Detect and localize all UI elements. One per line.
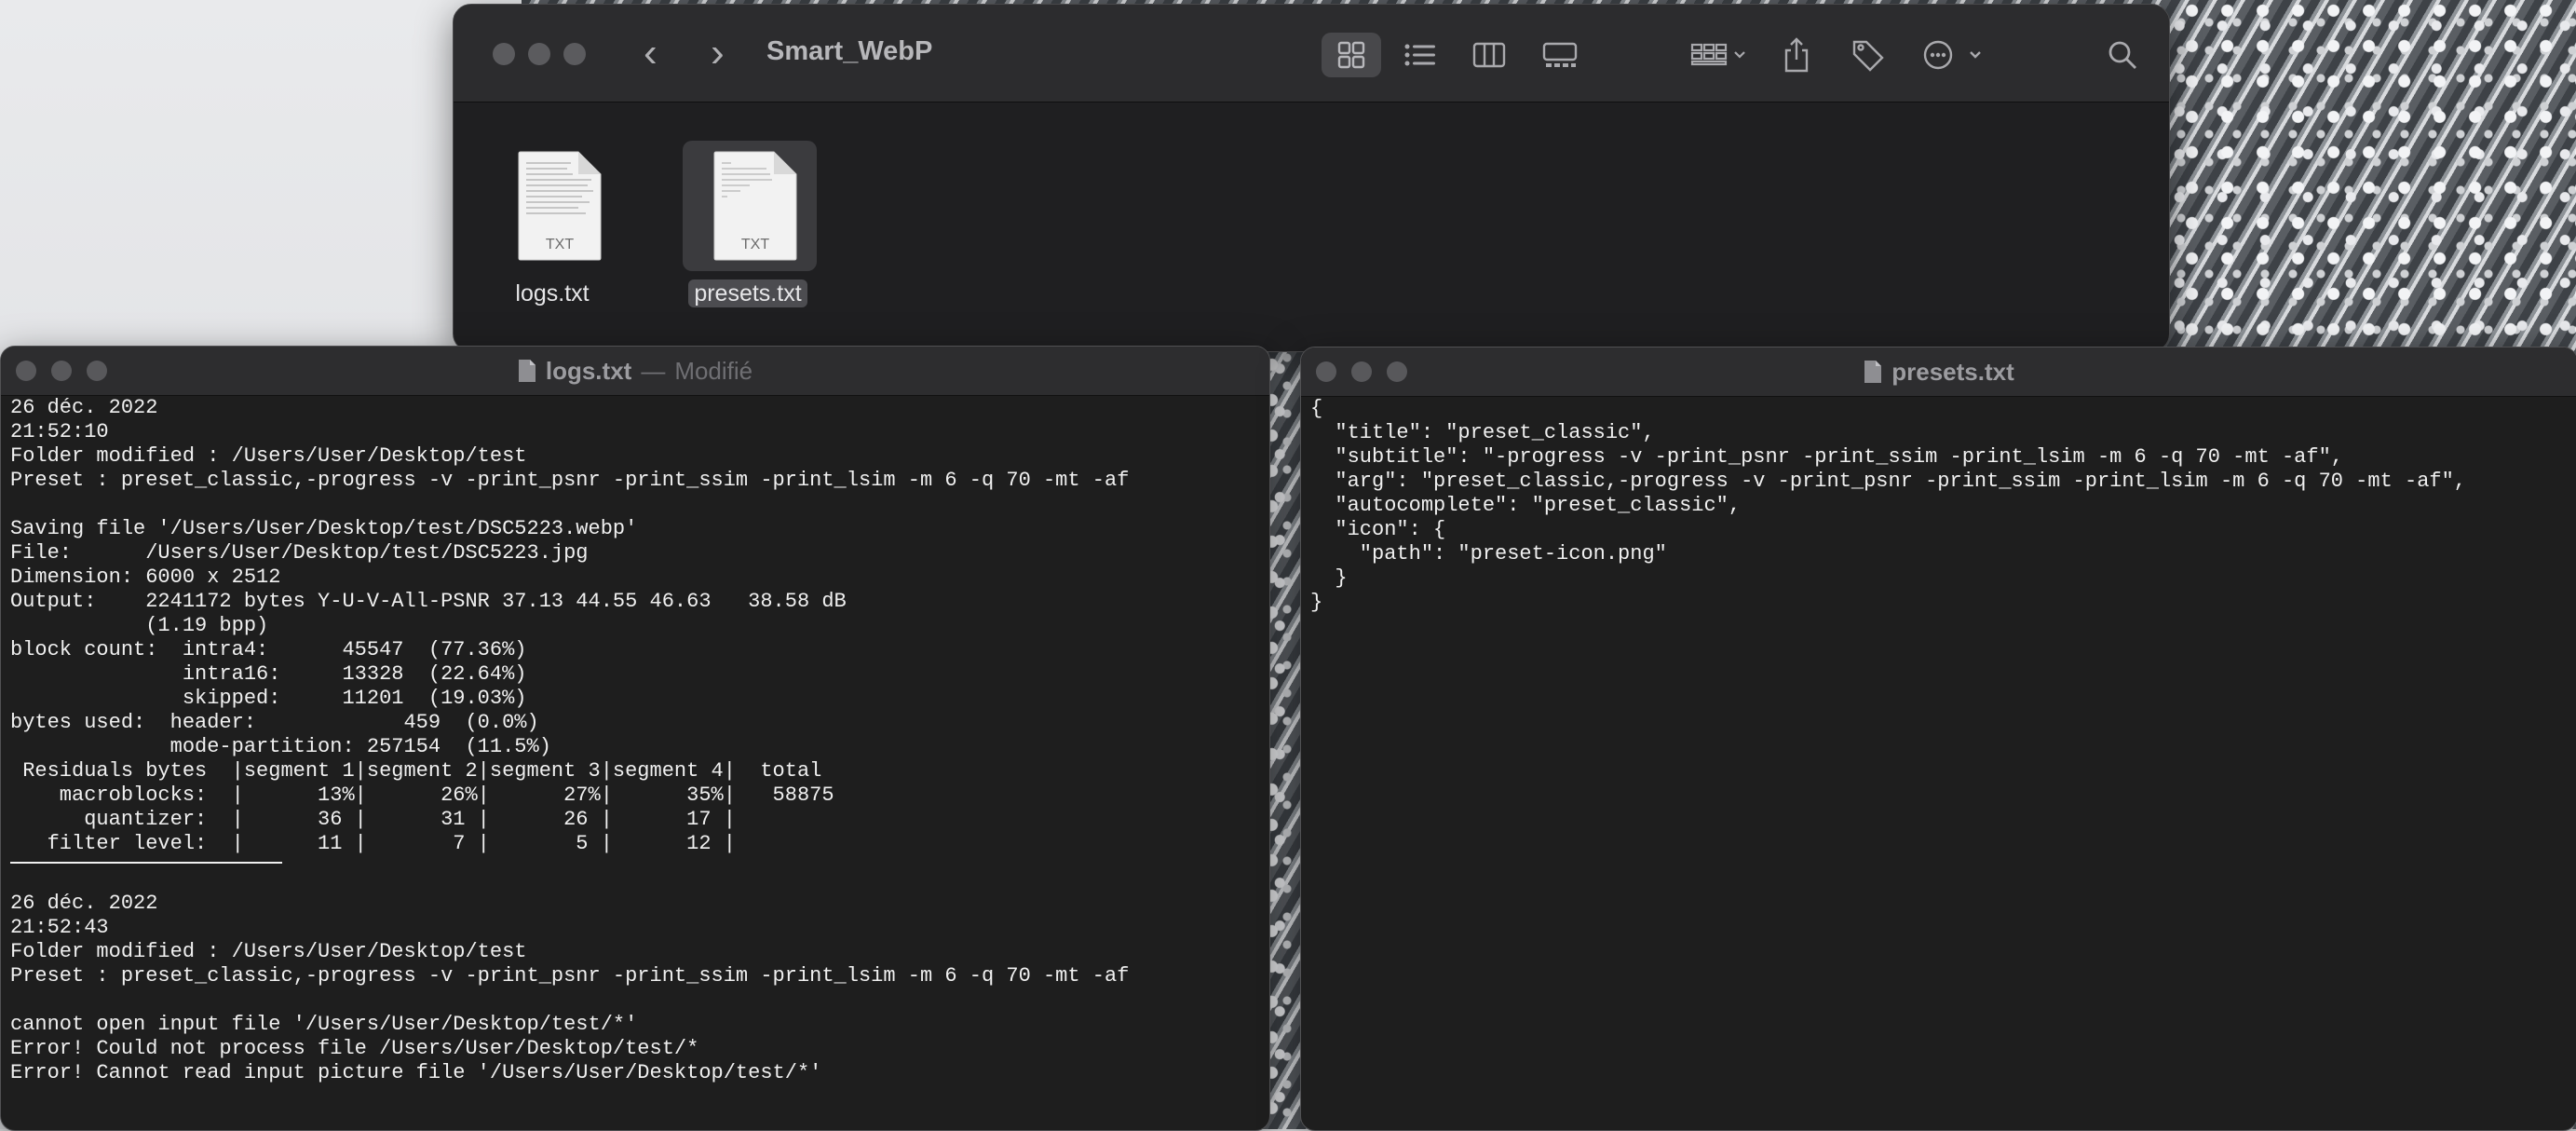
minimize-window-button[interactable]: [528, 43, 550, 65]
separator-rule: [10, 862, 282, 864]
window-title: Smart_WebP: [766, 36, 933, 66]
forward-icon[interactable]: ›: [711, 31, 725, 75]
share-icon[interactable]: [1776, 33, 1817, 77]
window-title: logs.txt: [545, 356, 632, 385]
gallery-view-icon[interactable]: [1530, 33, 1590, 77]
tag-icon[interactable]: [1845, 33, 1891, 77]
file-name-label: presets.txt: [673, 279, 822, 307]
file-type-label: TXT: [546, 237, 574, 252]
icon-view-icon[interactable]: [1322, 33, 1381, 77]
list-view-icon[interactable]: [1392, 33, 1448, 77]
presets-titlebar: presets.txt: [1301, 347, 2576, 397]
edited-status: Modifié: [674, 356, 753, 385]
group-icon[interactable]: [1681, 33, 1756, 77]
document-icon: [518, 360, 536, 382]
log-entry-2: 26 déc. 2022 21:52:43 Folder modified : …: [10, 892, 1130, 1084]
presets-text-area[interactable]: { "title": "preset_classic", "subtitle":…: [1301, 397, 2576, 1130]
log-entry-1: 26 déc. 2022 21:52:10 Folder modified : …: [10, 396, 1130, 855]
presets-json-content: { "title": "preset_classic", "subtitle":…: [1310, 397, 2467, 614]
presets-window: presets.txt { "title": "preset_classic",…: [1300, 347, 2576, 1131]
finder-toolbar: ‹ › Smart_WebP: [454, 5, 2169, 102]
text-document-icon: TXT: [518, 151, 602, 261]
window-title: presets.txt: [1891, 357, 2014, 386]
back-icon[interactable]: ‹: [644, 31, 658, 75]
close-window-button[interactable]: [493, 43, 515, 65]
column-view-icon[interactable]: [1461, 33, 1517, 77]
title-separator: —: [641, 356, 666, 385]
zoom-window-button[interactable]: [563, 43, 586, 65]
finder-window: ‹ › Smart_WebP TXT logs.txt TXT presets.…: [453, 4, 2170, 352]
text-document-icon: TXT: [713, 151, 797, 261]
more-icon[interactable]: [1916, 33, 1990, 77]
file-item-presets[interactable]: TXT presets.txt: [683, 141, 817, 308]
file-type-label: TXT: [741, 237, 769, 252]
logs-titlebar: logs.txt — Modifié: [1, 347, 1269, 396]
logs-window: logs.txt — Modifié 26 déc. 2022 21:52:10…: [0, 346, 1270, 1131]
document-icon: [1864, 361, 1882, 383]
file-item-logs[interactable]: TXT logs.txt: [487, 141, 617, 308]
logs-text-area[interactable]: 26 déc. 2022 21:52:10 Folder modified : …: [1, 396, 1269, 1130]
search-icon[interactable]: [2102, 33, 2143, 77]
file-name-label: logs.txt: [515, 280, 590, 307]
